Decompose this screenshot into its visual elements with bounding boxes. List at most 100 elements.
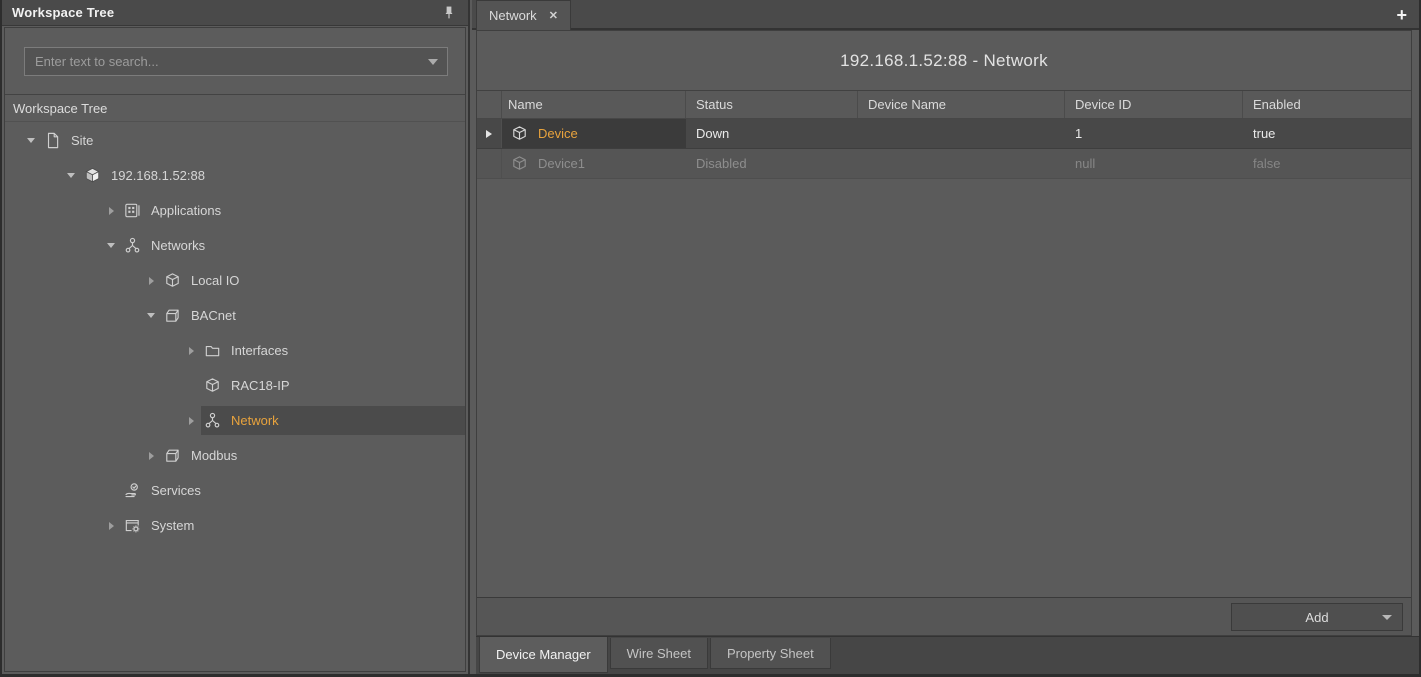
expand-arrow-icon[interactable] — [101, 239, 121, 253]
table-row[interactable]: Device1 Disabled null false — [477, 149, 1411, 179]
bottom-toolbar: Add — [477, 597, 1411, 635]
add-button-label: Add — [1305, 610, 1328, 625]
tree-section-header: Workspace Tree — [5, 94, 465, 122]
expand-arrow-icon[interactable] — [61, 169, 81, 183]
expand-arrow-icon[interactable] — [21, 134, 41, 148]
row-gutter — [477, 149, 502, 178]
tree-item-interfaces[interactable]: Interfaces — [5, 333, 465, 368]
column-header-name[interactable]: Name — [502, 91, 686, 118]
expand-arrow-icon[interactable] — [141, 274, 161, 288]
folder-icon — [203, 341, 223, 361]
document-icon — [43, 131, 63, 151]
plus-icon[interactable] — [1396, 2, 1407, 28]
tree-item-label: RAC18-IP — [231, 378, 290, 393]
cell-status: Down — [686, 119, 858, 148]
add-button[interactable]: Add — [1231, 603, 1403, 631]
tree-item-applications[interactable]: Applications — [5, 193, 465, 228]
expand-arrow-icon[interactable] — [141, 449, 161, 463]
row-selector-header — [477, 91, 502, 118]
chevron-down-icon[interactable] — [428, 59, 438, 65]
tree-item-label: Modbus — [191, 448, 237, 463]
device-manager-view: 192.168.1.52:88 - Network Name Status De… — [476, 30, 1412, 636]
sidebar-title: Workspace Tree — [2, 5, 114, 20]
tree-item-modbus[interactable]: Modbus — [5, 438, 465, 473]
expand-arrow-none — [101, 484, 121, 498]
tree-item-label: BACnet — [191, 308, 236, 323]
tree-item-label: Site — [71, 133, 93, 148]
table-row[interactable]: Device Down 1 true — [477, 119, 1411, 149]
protocol-box-icon — [163, 446, 183, 466]
tree-item-network-selected[interactable]: Network — [5, 403, 465, 438]
column-header-enabled[interactable]: Enabled — [1243, 91, 1411, 118]
controller-icon — [83, 166, 103, 186]
selected-row-indicator — [477, 119, 502, 148]
device-box-icon — [203, 376, 223, 396]
protocol-box-icon — [163, 306, 183, 326]
expand-arrow-icon[interactable] — [181, 344, 201, 358]
tab-label: Wire Sheet — [627, 646, 691, 661]
tab-label: Network — [489, 8, 537, 23]
column-header-status[interactable]: Status — [686, 91, 858, 118]
tree-item-controller[interactable]: 192.168.1.52:88 — [5, 158, 465, 193]
tree-item-label: Local IO — [191, 273, 239, 288]
chevron-down-icon — [1382, 615, 1392, 620]
tab-network[interactable]: Network — [476, 0, 571, 30]
expand-arrow-none — [181, 379, 201, 393]
tree-item-label: Networks — [151, 238, 205, 253]
tab-label: Device Manager — [496, 647, 591, 662]
view-title-bar: 192.168.1.52:88 - Network — [477, 31, 1411, 91]
cell-enabled: true — [1243, 119, 1411, 148]
search-box — [24, 47, 448, 76]
tree-item-label: System — [151, 518, 194, 533]
view-tab-bar: Device Manager Wire Sheet Property Sheet — [476, 636, 1419, 674]
expand-arrow-icon[interactable] — [101, 204, 121, 218]
tree-item-rac18-ip[interactable]: RAC18-IP — [5, 368, 465, 403]
sidebar-header: Workspace Tree — [2, 0, 468, 26]
table-header-row: Name Status Device Name Device ID Enable… — [477, 91, 1411, 119]
cell-device-id: null — [1065, 149, 1243, 178]
sidebar-body: Workspace Tree Site — [4, 27, 466, 672]
workspace-tree: Site 192.168.1.52:88 — [5, 123, 465, 671]
tab-property-sheet[interactable]: Property Sheet — [710, 638, 831, 669]
tree-item-label: Network — [231, 413, 279, 428]
cell-device-name — [858, 149, 1065, 178]
tree-section-label: Workspace Tree — [5, 101, 107, 116]
applications-icon — [123, 201, 143, 221]
cell-enabled: false — [1243, 149, 1411, 178]
document-tab-strip: Network — [472, 0, 1419, 30]
column-header-device-name[interactable]: Device Name — [858, 91, 1065, 118]
column-header-device-id[interactable]: Device ID — [1065, 91, 1243, 118]
expand-arrow-icon[interactable] — [101, 519, 121, 533]
tab-device-manager[interactable]: Device Manager — [479, 637, 608, 673]
app-window: Workspace Tree Workspace Tree — [0, 0, 1421, 677]
tree-item-label: Applications — [151, 203, 221, 218]
tree-item-local-io[interactable]: Local IO — [5, 263, 465, 298]
close-icon[interactable] — [549, 9, 558, 22]
tree-item-bacnet[interactable]: BACnet — [5, 298, 465, 333]
cell-name[interactable]: Device1 — [502, 149, 686, 178]
cell-text: Device1 — [538, 156, 585, 171]
search-input[interactable] — [24, 47, 448, 76]
expand-arrow-icon[interactable] — [141, 309, 161, 323]
tree-item-label: Interfaces — [231, 343, 288, 358]
expand-arrow-icon[interactable] — [181, 414, 201, 428]
tree-item-site[interactable]: Site — [5, 123, 465, 158]
device-box-icon — [510, 154, 529, 173]
services-icon — [123, 481, 143, 501]
tree-item-services[interactable]: Services — [5, 473, 465, 508]
pin-icon[interactable] — [440, 4, 458, 22]
tree-item-networks[interactable]: Networks — [5, 228, 465, 263]
cell-name[interactable]: Device — [502, 119, 686, 148]
tab-wire-sheet[interactable]: Wire Sheet — [610, 638, 708, 669]
device-box-icon — [510, 124, 529, 143]
table-empty-area — [477, 179, 1411, 597]
cell-status: Disabled — [686, 149, 858, 178]
page-title: 192.168.1.52:88 - Network — [840, 51, 1048, 71]
cell-device-name — [858, 119, 1065, 148]
cell-device-id: 1 — [1065, 119, 1243, 148]
row-arrow-icon — [486, 130, 492, 138]
network-icon — [123, 236, 143, 256]
tree-item-label: 192.168.1.52:88 — [111, 168, 205, 183]
main-panel: Network 192.168.1.52:88 - Network Name S… — [472, 0, 1419, 674]
tree-item-system[interactable]: System — [5, 508, 465, 543]
